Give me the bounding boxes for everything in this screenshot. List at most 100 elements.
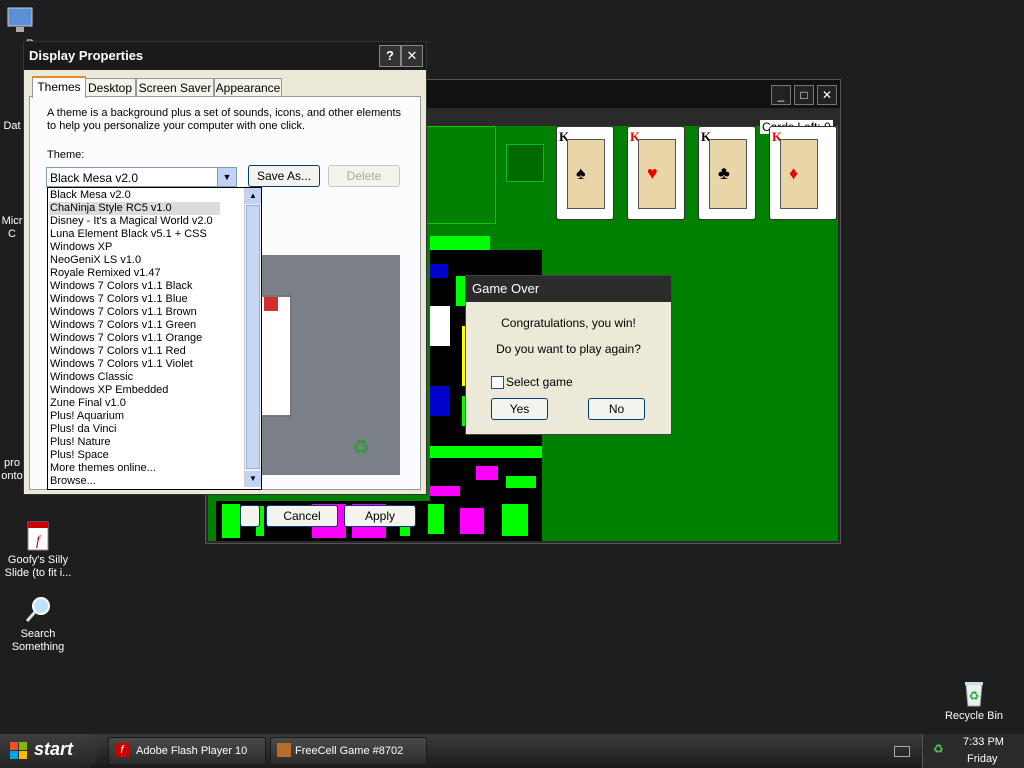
foundation-card-spades[interactable]: K ♠	[556, 126, 614, 220]
theme-list-item[interactable]: Black Mesa v2.0	[50, 189, 131, 202]
foundation-card-clubs[interactable]: K ♣	[698, 126, 756, 220]
foundation-card-hearts[interactable]: K ♥	[627, 126, 685, 220]
start-button[interactable]: start	[0, 734, 97, 768]
freecell-icon	[277, 743, 291, 757]
theme-list-item[interactable]: Luna Element Black v5.1 + CSS	[50, 228, 207, 241]
scroll-thumb[interactable]	[246, 205, 260, 469]
theme-list-item[interactable]: NeoGeniX LS v1.0	[50, 254, 141, 267]
start-label: start	[34, 739, 74, 759]
theme-list-item[interactable]: More themes online...	[50, 462, 156, 475]
theme-list-item[interactable]: Windows Classic	[50, 371, 133, 384]
theme-list-item[interactable]: Plus! Aquarium	[50, 410, 124, 423]
taskbar-item-freecell[interactable]: FreeCell Game #8702	[270, 737, 427, 765]
card-suit: ♠	[576, 163, 586, 183]
flash-player-icon: f	[115, 743, 129, 757]
theme-list-item[interactable]: Disney - It's a Magical World v2.0	[50, 215, 213, 228]
dialog-title: Game Over	[466, 276, 671, 302]
no-button[interactable]: No	[588, 398, 645, 420]
yes-button[interactable]: Yes	[491, 398, 548, 420]
theme-select-value: Black Mesa v2.0	[50, 171, 139, 185]
desktop-icon-label: Dat	[3, 120, 21, 132]
desktop-icon-label: Recycle Bin	[944, 710, 1004, 722]
desktop-icon-label: pro onto	[1, 457, 23, 482]
close-button[interactable]: ✕	[401, 45, 423, 67]
desktop-icon-dat[interactable]: Dat	[0, 120, 24, 133]
win-message: Congratulations, you win!	[501, 316, 636, 330]
theme-list-item[interactable]: ChaNinja Style RC5 v1.0	[49, 202, 220, 215]
close-icon	[264, 297, 278, 311]
chevron-down-icon[interactable]: ▼	[217, 168, 236, 186]
theme-select[interactable]: Black Mesa v2.0 ▼	[46, 167, 237, 187]
list-scrollbar[interactable]: ▲ ▼	[244, 188, 261, 487]
desktop-icon-pro[interactable]: pro onto	[0, 444, 24, 496]
theme-list-item[interactable]: Plus! Nature	[50, 436, 111, 449]
home-cell[interactable]	[506, 144, 544, 182]
tab-desktop[interactable]: Desktop	[84, 78, 136, 97]
dialog-title: Display Properties	[24, 42, 426, 70]
tab-screen-saver[interactable]: Screen Saver	[136, 78, 214, 97]
theme-list-item[interactable]: Windows XP Embedded	[50, 384, 168, 397]
theme-list-item[interactable]: Windows 7 Colors v1.1 Red	[50, 345, 186, 358]
theme-list-item[interactable]: Windows 7 Colors v1.1 Orange	[50, 332, 202, 345]
theme-list-item[interactable]: Windows 7 Colors v1.1 Blue	[50, 293, 188, 306]
taskbar-item-label: FreeCell Game #8702	[295, 745, 404, 757]
foundation-card-diamonds[interactable]: K ♦	[769, 126, 837, 220]
desktop-icon-label: Micr C	[1, 215, 23, 240]
theme-list-item[interactable]: Zune Final v1.0	[50, 397, 126, 410]
game-over-dialog[interactable]: Game Over Congratulations, you win! Do y…	[465, 275, 672, 435]
theme-label: Theme:	[47, 149, 85, 161]
clock-time[interactable]: 7:33 PM	[963, 736, 1004, 748]
theme-dropdown-list[interactable]: Black Mesa v2.0 ChaNinja Style RC5 v1.0 Di…	[47, 187, 262, 490]
ok-button-partial[interactable]	[240, 505, 260, 527]
taskbar-item-flash[interactable]: f Adobe Flash Player 10	[108, 737, 266, 765]
select-game-checkbox[interactable]	[491, 376, 504, 389]
desktop-icon-micr[interactable]: Micr C	[0, 202, 24, 254]
desktop-icon-search[interactable]: Search Something	[0, 568, 76, 667]
scroll-up-button[interactable]: ▲	[245, 188, 261, 204]
theme-list-item[interactable]: Windows 7 Colors v1.1 Black	[50, 280, 192, 293]
search-magnifier-icon	[22, 581, 54, 622]
theme-list-item[interactable]: Browse...	[50, 475, 96, 488]
select-game-label: Select game	[506, 375, 573, 389]
theme-list-item[interactable]: Plus! da Vinci	[50, 423, 116, 436]
card-suit: ♥	[647, 163, 658, 183]
delete-button[interactable]: Delete	[328, 165, 400, 187]
maximize-button[interactable]: □	[794, 85, 814, 105]
desktop-icon-recycle-bin[interactable]: ♻ Recycle Bin	[934, 650, 1014, 736]
clock-day: Friday	[967, 753, 998, 765]
recycle-bin-icon: ♻	[352, 437, 370, 459]
system-tray: ♻ 7:33 PM Friday	[922, 734, 1024, 768]
theme-list-item[interactable]: Plus! Space	[50, 449, 109, 462]
keyboard-icon[interactable]	[894, 746, 910, 757]
theme-list-item[interactable]: Windows XP	[50, 241, 112, 254]
theme-list-item[interactable]: Windows 7 Colors v1.1 Violet	[50, 358, 193, 371]
taskbar: start f Adobe Flash Player 10 FreeCell G…	[0, 734, 1024, 768]
theme-list-item[interactable]: Windows 7 Colors v1.1 Green	[50, 319, 196, 332]
windows-logo-icon	[10, 742, 28, 760]
computer-icon	[4, 4, 36, 36]
help-button[interactable]: ?	[379, 45, 401, 67]
recycle-bin-icon: ♻	[958, 663, 990, 707]
king-face	[780, 139, 818, 209]
svg-text:♻: ♻	[969, 689, 980, 703]
tab-appearance[interactable]: Appearance	[214, 78, 282, 97]
tab-themes[interactable]: Themes	[32, 76, 86, 98]
save-as-button[interactable]: Save As...	[248, 165, 320, 187]
desktop-icon-label: Search Something	[11, 628, 65, 653]
taskbar-item-label: Adobe Flash Player 10	[136, 745, 248, 757]
scroll-down-button[interactable]: ▼	[245, 471, 261, 487]
king-face	[567, 139, 605, 209]
flash-file-icon: f	[22, 507, 54, 551]
close-button[interactable]: ✕	[817, 85, 837, 105]
cancel-button[interactable]: Cancel	[266, 505, 338, 527]
theme-list-item[interactable]: Windows 7 Colors v1.1 Brown	[50, 306, 197, 319]
display-properties-window[interactable]: Display Properties ? ✕ Themes Desktop Sc…	[23, 41, 427, 527]
minimize-button[interactable]: _	[771, 85, 791, 105]
network-icon[interactable]: ♻	[933, 742, 947, 756]
theme-list-item[interactable]: Royale Remixed v1.47	[50, 267, 161, 280]
apply-button[interactable]: Apply	[344, 505, 416, 527]
play-again-question: Do you want to play again?	[496, 342, 641, 356]
card-suit: ♦	[789, 163, 799, 183]
themes-description: A theme is a background plus a set of so…	[47, 107, 402, 132]
card-suit: ♣	[718, 163, 730, 183]
